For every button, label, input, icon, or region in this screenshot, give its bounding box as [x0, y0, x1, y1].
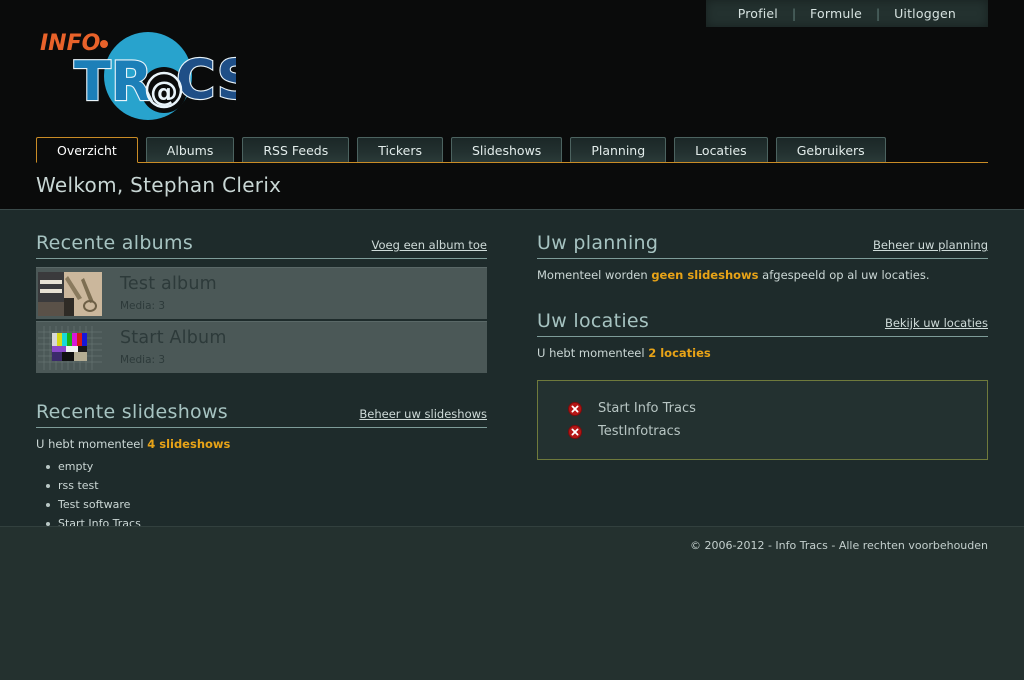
location-count-text: U hebt momenteel 2 locaties [537, 346, 988, 360]
tab-locaties[interactable]: Locaties [674, 137, 768, 162]
recent-albums-title: Recente albums [36, 232, 194, 254]
main-content: Recente albums Voeg een album toe Test a… [0, 210, 1024, 530]
album-media-count: Media: 3 [120, 354, 166, 367]
planning-header: Uw planning Beheer uw planning [537, 232, 988, 259]
copyright-text: © 2006-2012 - Info Tracs - Alle rechten … [690, 539, 988, 552]
locations-title: Uw locaties [537, 310, 650, 332]
album-list-item[interactable]: Test album Media: 3 [36, 267, 487, 319]
red-x-icon [568, 401, 582, 416]
planning-text-after: afgespeeld op al uw locaties. [758, 268, 930, 282]
slideshow-list-item[interactable]: empty [36, 457, 487, 476]
album-title: Start Album [120, 327, 227, 348]
manage-slideshows-link[interactable]: Beheer uw slideshows [359, 407, 487, 421]
topnav-item-profiel[interactable]: Profiel [724, 6, 792, 21]
tab-planning[interactable]: Planning [570, 137, 667, 162]
album-media-count: Media: 3 [120, 300, 166, 313]
welcome-heading: Welkom, Stephan Clerix [36, 173, 282, 197]
slideshow-list-item[interactable]: Test software [36, 495, 487, 514]
tab-gebruikers[interactable]: Gebruikers [775, 137, 886, 162]
main-tab-bar: Overzicht Albums RSS Feeds Tickers Slide… [36, 137, 988, 163]
location-label: Start Info Tracs [598, 401, 696, 416]
location-list-item[interactable]: TestInfotracs [538, 420, 987, 443]
locations-block: Uw locaties Bekijk uw locaties U hebt mo… [537, 310, 988, 460]
tab-rss-feeds[interactable]: RSS Feeds [242, 137, 350, 162]
right-column: Uw planning Beheer uw planning Momenteel… [537, 232, 988, 526]
album-text-block: Test album Media: 3 [120, 273, 217, 313]
planning-text-before: Momenteel worden [537, 268, 652, 282]
slideshow-count-value: 4 slideshows [147, 437, 231, 451]
locations-panel: Start Info Tracs TestInfotracs [537, 380, 988, 460]
planning-status-text: Momenteel worden geen slideshows afgespe… [537, 268, 988, 282]
album-title: Test album [120, 273, 217, 294]
svg-text:@: @ [150, 75, 178, 108]
recent-slideshows-header: Recente slideshows Beheer uw slideshows [36, 401, 487, 428]
left-column: Recente albums Voeg een album toe Test a… [36, 232, 487, 530]
page-footer: © 2006-2012 - Info Tracs - Alle rechten … [0, 526, 1024, 680]
slideshow-list: empty rss test Test software Start Info … [36, 457, 487, 533]
location-list-item[interactable]: Start Info Tracs [538, 397, 987, 420]
page-header: Profiel | Formule | Uitloggen INFO TR CS… [0, 0, 1024, 210]
topnav-item-formule[interactable]: Formule [796, 6, 876, 21]
red-x-icon [568, 424, 582, 439]
logo-cs-text: CS [176, 48, 236, 111]
tab-albums[interactable]: Albums [145, 137, 235, 162]
slideshow-count-prefix: U hebt momenteel [36, 437, 148, 451]
recent-slideshows-title: Recente slideshows [36, 401, 229, 423]
album-thumbnail-photo [38, 271, 102, 316]
album-list-item[interactable]: Start Album Media: 3 [36, 321, 487, 373]
top-utility-nav: Profiel | Formule | Uitloggen [705, 0, 988, 27]
tab-overzicht[interactable]: Overzicht [36, 137, 138, 163]
logo-tr-text: TR [74, 50, 152, 113]
location-count-value: 2 locaties [648, 346, 711, 360]
album-thumbnail-test-pattern [38, 325, 102, 370]
site-logo[interactable]: INFO TR CS @ [36, 18, 236, 122]
planning-text-highlight: geen slideshows [651, 268, 759, 282]
album-text-block: Start Album Media: 3 [120, 327, 227, 367]
location-label: TestInfotracs [598, 424, 681, 439]
recent-slideshows-block: Recente slideshows Beheer uw slideshows … [36, 401, 487, 533]
tab-tickers[interactable]: Tickers [357, 137, 443, 162]
recent-albums-list: Test album Media: 3 Start Album Media: 3 [36, 267, 487, 373]
view-locations-link[interactable]: Bekijk uw locaties [885, 316, 988, 330]
add-album-link[interactable]: Voeg een album toe [372, 238, 487, 252]
tab-slideshows[interactable]: Slideshows [450, 137, 563, 162]
recent-albums-header: Recente albums Voeg een album toe [36, 232, 487, 259]
manage-planning-link[interactable]: Beheer uw planning [873, 238, 988, 252]
slideshow-count-text: U hebt momenteel 4 slideshows [36, 437, 487, 451]
location-count-prefix: U hebt momenteel [537, 346, 649, 360]
topnav-item-uitloggen[interactable]: Uitloggen [880, 6, 970, 21]
logo-at-symbol: @ [145, 71, 183, 109]
locations-header: Uw locaties Bekijk uw locaties [537, 310, 988, 337]
slideshow-list-item[interactable]: rss test [36, 476, 487, 495]
planning-title: Uw planning [537, 232, 659, 254]
